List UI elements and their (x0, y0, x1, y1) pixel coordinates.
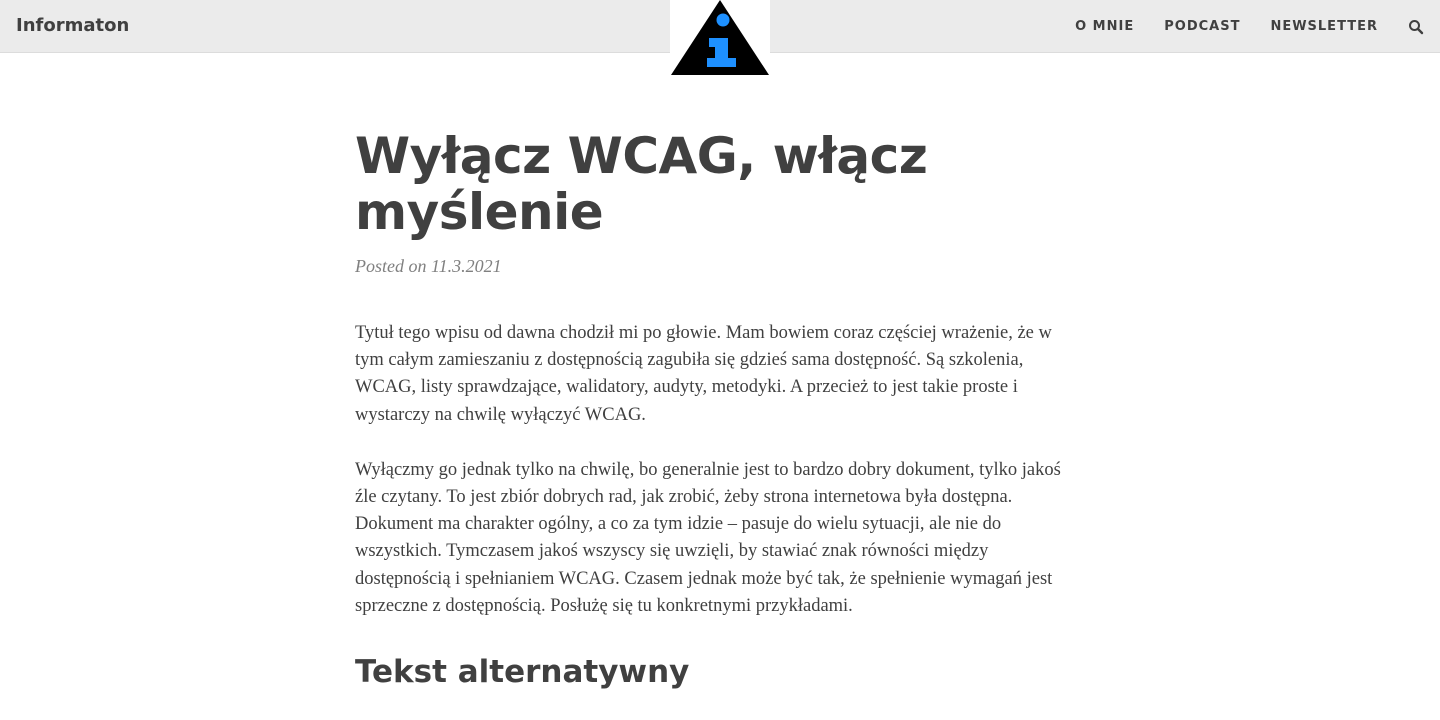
nav-item-podcast[interactable]: PODCAST (1164, 17, 1240, 37)
search-icon[interactable] (1408, 19, 1424, 35)
post-paragraph: Wyłączmy go jednak tylko na chwilę, bo g… (355, 459, 1061, 616)
post-meta: Posted on 11.3.2021 (355, 256, 502, 276)
site-logo[interactable] (670, 0, 770, 76)
nav-item-o-mnie[interactable]: O MNIE (1075, 17, 1134, 37)
nav-item-newsletter[interactable]: NEWSLETTER (1270, 17, 1378, 37)
main-nav: O MNIE PODCAST NEWSLETTER (1045, 17, 1424, 37)
post-title: Wyłącz WCAG, włącz myślenie (355, 127, 928, 241)
article: Wyłącz WCAG, włącz myślenie Posted on 11… (355, 128, 1070, 692)
info-icon (671, 0, 769, 75)
post-paragraph: Tytuł tego wpisu od dawna chodził mi po … (355, 323, 1052, 425)
section-heading: Tekst alternatywny (355, 654, 690, 691)
brand-link[interactable]: Informaton (16, 14, 129, 38)
